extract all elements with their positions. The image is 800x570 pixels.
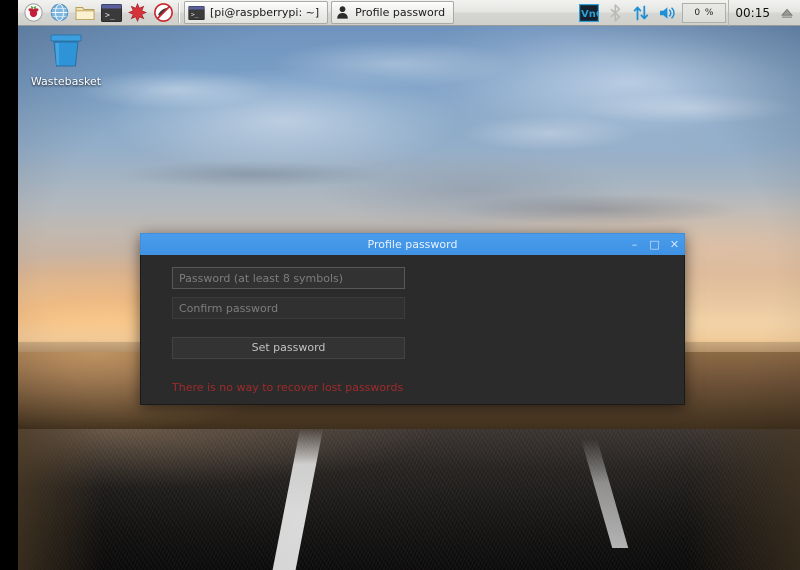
volume-icon[interactable] bbox=[654, 0, 680, 26]
svg-text:>_: >_ bbox=[105, 10, 115, 19]
network-updown-icon[interactable] bbox=[628, 0, 654, 26]
desktop-icon-wastebasket[interactable]: Wastebasket bbox=[30, 32, 102, 88]
lock-icon bbox=[335, 5, 350, 20]
terminal-icon: >_ bbox=[188, 5, 205, 20]
taskbar-launchers: >_ bbox=[18, 2, 174, 24]
confirm-password-input[interactable] bbox=[172, 297, 405, 319]
cpu-usage-indicator[interactable]: 0 % bbox=[682, 2, 727, 23]
dialog-body: Set password There is no way to recover … bbox=[140, 255, 685, 405]
taskbar-window-list: >_ [pi@raspberrypi: ~] Profile password bbox=[184, 1, 457, 24]
maximize-button[interactable]: □ bbox=[649, 239, 660, 250]
set-password-button[interactable]: Set password bbox=[172, 337, 405, 359]
taskbar-window-label: Profile password bbox=[355, 6, 446, 19]
bluetooth-icon[interactable] bbox=[602, 0, 628, 26]
field-spacer bbox=[141, 289, 684, 297]
profile-password-dialog: Profile password – □ ✕ Set password Ther… bbox=[140, 233, 685, 405]
close-button[interactable]: ✕ bbox=[669, 239, 680, 250]
password-input[interactable] bbox=[172, 267, 405, 289]
clock-label: 00:15 bbox=[735, 5, 770, 20]
taskbar-window-label: [pi@raspberrypi: ~] bbox=[210, 6, 320, 19]
password-warning-text: There is no way to recover lost password… bbox=[172, 381, 404, 394]
raspberry-menu-icon[interactable] bbox=[22, 2, 44, 24]
desktop-icon-label: Wastebasket bbox=[30, 75, 102, 88]
terminal-icon[interactable]: >_ bbox=[100, 2, 122, 24]
mathematica-icon[interactable] bbox=[126, 2, 148, 24]
svg-text:VnC: VnC bbox=[581, 9, 599, 20]
eject-icon[interactable] bbox=[776, 0, 798, 26]
dialog-titlebar[interactable]: Profile password – □ ✕ bbox=[140, 233, 685, 255]
taskbar-window-terminal[interactable]: >_ [pi@raspberrypi: ~] bbox=[184, 1, 329, 24]
vnc-icon[interactable]: VnC bbox=[576, 0, 602, 26]
web-browser-icon[interactable] bbox=[48, 2, 70, 24]
cpu-usage-label: 0 % bbox=[694, 7, 715, 18]
wastebasket-icon bbox=[30, 32, 102, 73]
wolfram-icon[interactable] bbox=[152, 2, 174, 24]
window-controls: – □ ✕ bbox=[629, 234, 680, 255]
taskbar-window-profile-password[interactable]: Profile password bbox=[331, 1, 455, 24]
screen: Wastebasket >_ >_ [pi@raspberrypi: ~] Pr… bbox=[0, 0, 800, 570]
screen-left-border bbox=[0, 0, 18, 570]
clock[interactable]: 00:15 bbox=[728, 0, 776, 26]
svg-text:>_: >_ bbox=[191, 11, 199, 18]
dialog-title: Profile password bbox=[367, 238, 458, 251]
system-tray: VnC bbox=[576, 0, 800, 26]
taskbar: >_ >_ [pi@raspberrypi: ~] Profile passwo… bbox=[18, 0, 800, 26]
file-manager-icon[interactable] bbox=[74, 2, 96, 24]
taskbar-separator bbox=[178, 2, 180, 23]
minimize-button[interactable]: – bbox=[629, 239, 640, 250]
